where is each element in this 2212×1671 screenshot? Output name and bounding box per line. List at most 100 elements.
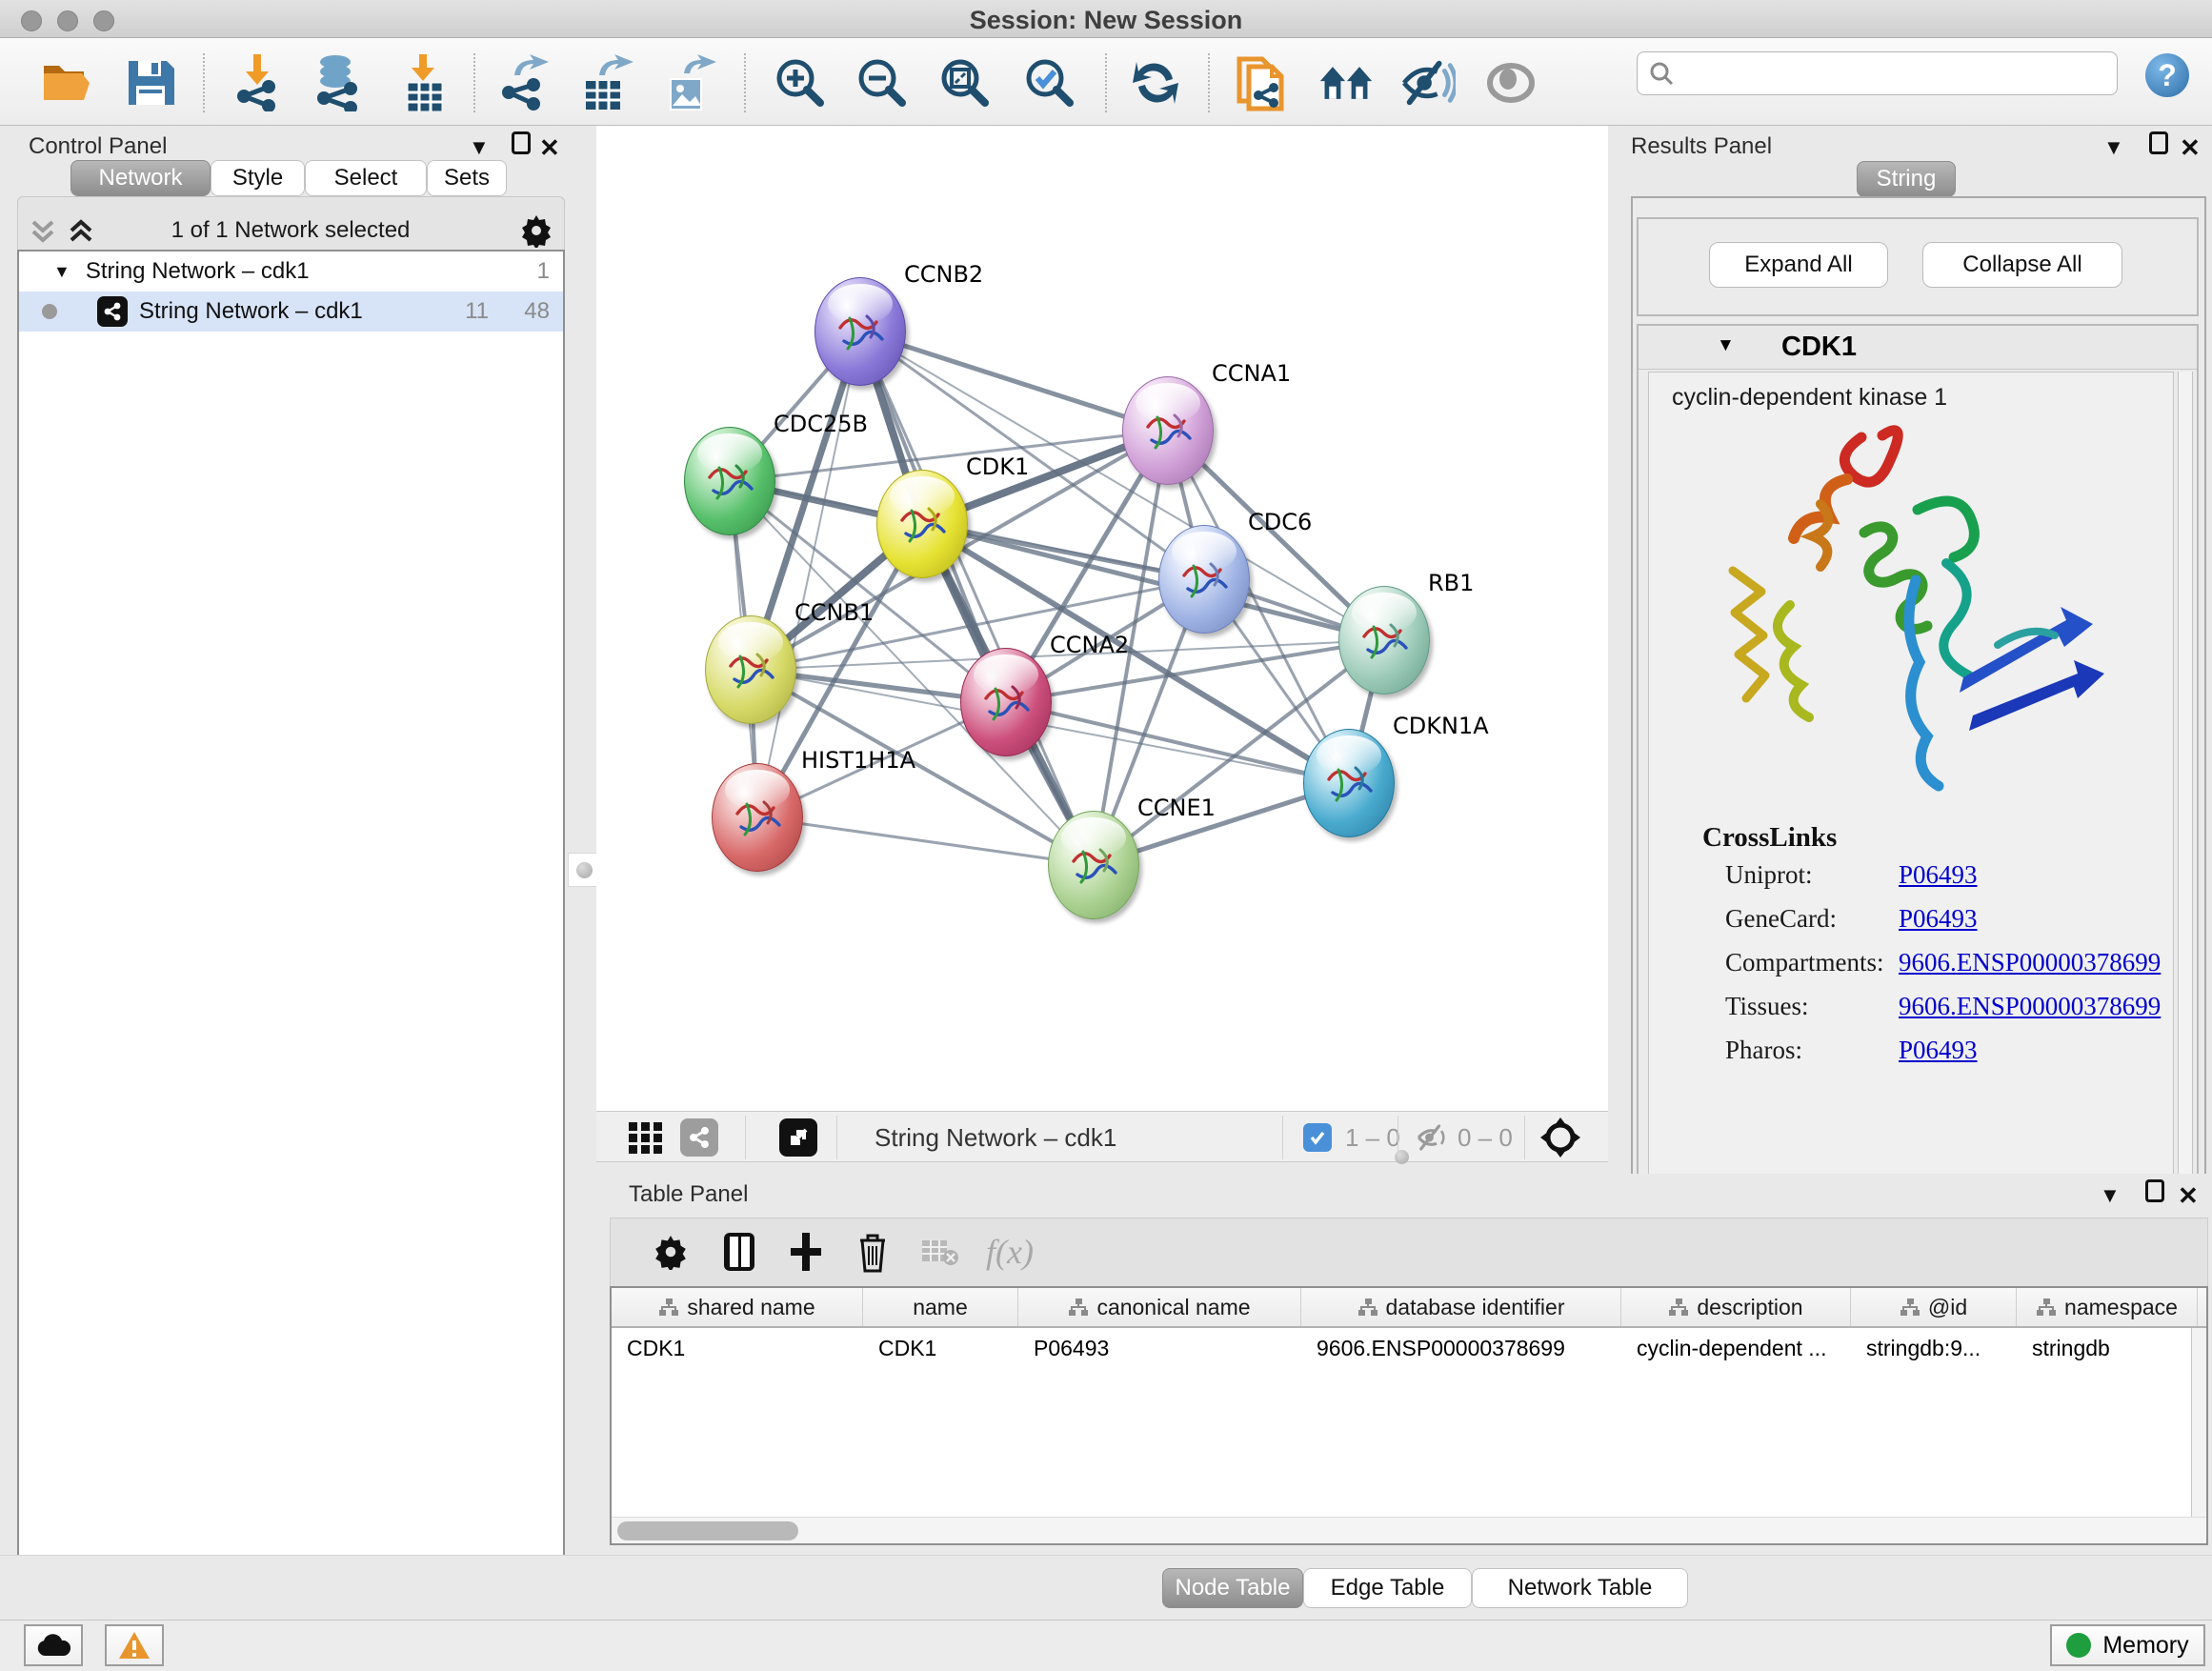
column-header-shared-name[interactable]: shared name	[612, 1288, 863, 1326]
string-home-icon[interactable]	[1318, 55, 1374, 111]
collapse-all-networks-icon[interactable]	[29, 217, 57, 251]
network-share-icon[interactable]	[680, 1118, 718, 1157]
network-node-ccna1[interactable]	[1122, 376, 1214, 485]
hide-selected-icon[interactable]	[1400, 55, 1456, 111]
expand-all-button[interactable]: Expand All	[1709, 242, 1888, 288]
table-hscrollbar[interactable]	[612, 1517, 2206, 1543]
network-options-gear-icon[interactable]	[519, 213, 553, 252]
import-network-database-icon[interactable]	[310, 55, 365, 111]
control-panel-float-button[interactable]	[512, 131, 531, 160]
collapse-all-button[interactable]: Collapse All	[1922, 242, 2122, 288]
gene-collapse-arrow-icon[interactable]: ▼	[1717, 335, 1735, 356]
import-network-file-icon[interactable]	[230, 55, 285, 111]
network-node-cdc25b[interactable]	[684, 427, 775, 535]
help-icon[interactable]: ?	[2145, 53, 2189, 97]
refresh-icon[interactable]	[1128, 55, 1183, 111]
crosslink-link[interactable]: P06493	[1899, 904, 1978, 934]
table-options-gear-icon[interactable]	[645, 1226, 696, 1278]
table-cell[interactable]: P06493	[1018, 1328, 1301, 1368]
clone-network-icon[interactable]	[1233, 55, 1288, 111]
column-header-name[interactable]: name	[863, 1288, 1018, 1326]
zoom-fit-icon[interactable]	[937, 55, 993, 111]
network-collection-row[interactable]: ▼ String Network – cdk1 1	[19, 252, 563, 292]
control-panel-close-button[interactable]: ✕	[539, 133, 560, 163]
control-panel-menu-button[interactable]: ▼	[469, 135, 490, 160]
network-row-selected[interactable]: String Network – cdk1 11 48	[19, 292, 563, 332]
table-row[interactable]: CDK1CDK1P064939606.ENSP00000378699cyclin…	[612, 1328, 2206, 1368]
crosslink-link[interactable]: 9606.ENSP00000378699	[1899, 992, 2161, 1021]
network-node-cdk1[interactable]	[876, 470, 968, 578]
tab-edge-table[interactable]: Edge Table	[1303, 1568, 1472, 1608]
show-all-icon[interactable]	[1483, 55, 1538, 111]
network-canvas[interactable]: CCNB2 CCNA1 CDC25B CDK1 CDC6 RB1 CCNB1 C…	[596, 126, 1608, 1111]
results-panel-float-button[interactable]	[2149, 131, 2168, 160]
network-node-ccne1[interactable]	[1048, 811, 1139, 919]
column-header--id[interactable]: @id	[1851, 1288, 2017, 1326]
table-cell[interactable]: stringdb	[2017, 1328, 2198, 1368]
delete-column-icon[interactable]	[847, 1226, 898, 1278]
network-node-ccnb2[interactable]	[814, 277, 906, 386]
open-session-icon[interactable]	[39, 55, 94, 111]
table-panel-float-button[interactable]	[2145, 1179, 2164, 1208]
export-image-icon[interactable]	[662, 55, 717, 111]
network-node-rb1[interactable]	[1338, 586, 1430, 695]
zoom-out-icon[interactable]	[855, 55, 910, 111]
hidden-eye-icon[interactable]	[1414, 1121, 1450, 1158]
open-in-window-icon[interactable]	[779, 1118, 817, 1157]
network-node-cdkn1a[interactable]	[1303, 729, 1395, 837]
table-hscroll-thumb[interactable]	[617, 1521, 798, 1540]
table-panel-close-button[interactable]: ✕	[2178, 1181, 2199, 1211]
tab-network[interactable]: Network	[70, 160, 211, 196]
tab-style[interactable]: Style	[211, 160, 305, 196]
table-cell[interactable]: 9606.ENSP00000378699	[1301, 1328, 1621, 1368]
table-cell[interactable]: stringdb:9...	[1851, 1328, 2017, 1368]
selected-node-edge-count: 1 – 0	[1345, 1123, 1400, 1153]
table-cell[interactable]: CDK1	[612, 1328, 863, 1368]
search-input-field[interactable]	[1674, 60, 2117, 87]
save-session-icon[interactable]	[123, 55, 178, 111]
collection-expand-arrow-icon[interactable]: ▼	[53, 262, 70, 282]
zoom-in-icon[interactable]	[773, 55, 828, 111]
table-cell[interactable]: cyclin-dependent ...	[1621, 1328, 1851, 1368]
show-columns-icon[interactable]	[714, 1226, 765, 1278]
table-vscrollbar[interactable]	[2191, 1328, 2206, 1517]
crosslink-link[interactable]: P06493	[1899, 1036, 1978, 1065]
import-table-file-icon[interactable]	[397, 55, 452, 111]
results-scrollbar[interactable]	[2178, 372, 2193, 1219]
network-node-ccnb1[interactable]	[705, 615, 796, 724]
birdseye-grid-icon[interactable]	[627, 1118, 665, 1161]
results-panel-menu-button[interactable]: ▼	[2103, 135, 2124, 160]
column-header-canonical-name[interactable]: canonical name	[1018, 1288, 1301, 1326]
export-network-icon[interactable]	[496, 55, 552, 111]
table-header-row: shared namenamecanonical namedatabase id…	[612, 1288, 2206, 1328]
tab-select[interactable]: Select	[305, 160, 427, 196]
selected-checkbox-icon[interactable]	[1303, 1123, 1332, 1152]
tab-sets[interactable]: Sets	[427, 160, 507, 196]
left-splitter-handle[interactable]	[568, 853, 600, 887]
tab-node-table[interactable]: Node Table	[1162, 1568, 1303, 1608]
network-node-ccna2[interactable]	[960, 648, 1052, 756]
column-header-description[interactable]: description	[1621, 1288, 1851, 1326]
export-table-icon[interactable]	[579, 55, 634, 111]
column-header-namespace[interactable]: namespace	[2017, 1288, 2198, 1326]
horizontal-splitter-handle[interactable]	[1395, 1150, 1409, 1164]
results-panel-close-button[interactable]: ✕	[2180, 133, 2201, 163]
network-node-hist1h1a[interactable]	[712, 763, 803, 872]
cloud-status-button[interactable]	[24, 1624, 83, 1666]
tab-string-results[interactable]: String	[1857, 161, 1956, 197]
network-node-cdc6[interactable]	[1158, 525, 1250, 634]
crosslink-link[interactable]: P06493	[1899, 860, 1978, 890]
table-cell[interactable]: CDK1	[863, 1328, 1018, 1368]
column-header-database-identifier[interactable]: database identifier	[1301, 1288, 1621, 1326]
expand-all-networks-icon[interactable]	[67, 217, 95, 251]
table-panel-menu-button[interactable]: ▼	[2100, 1183, 2121, 1208]
zoom-selected-icon[interactable]	[1022, 55, 1077, 111]
fit-selected-crosshair-icon[interactable]	[1539, 1117, 1581, 1163]
search-input[interactable]	[1637, 51, 2118, 95]
warning-status-button[interactable]	[105, 1624, 164, 1666]
crosslink-link[interactable]: 9606.ENSP00000378699	[1899, 948, 2161, 977]
tab-network-table[interactable]: Network Table	[1472, 1568, 1688, 1608]
create-column-icon[interactable]	[780, 1226, 832, 1278]
memory-button[interactable]: Memory	[2050, 1624, 2205, 1666]
left-splitter[interactable]	[572, 126, 596, 1621]
